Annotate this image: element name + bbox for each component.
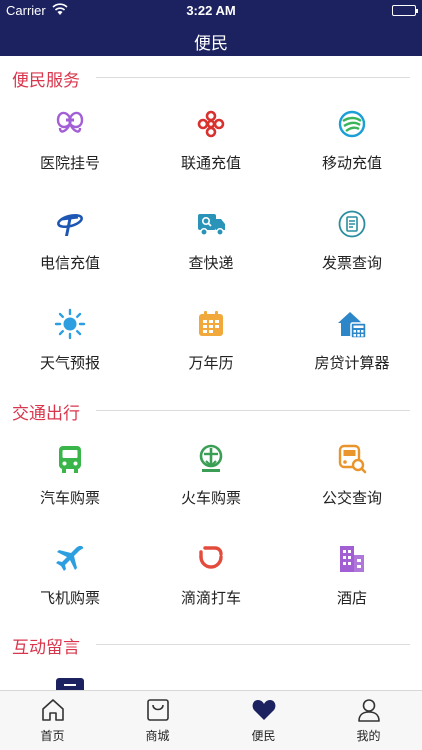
service-mobile-recharge[interactable]: 移动充值: [282, 108, 422, 208]
page-title: 便民: [194, 34, 228, 54]
service-label: 房贷计算器: [314, 354, 390, 372]
battery-icon: [392, 5, 418, 16]
service-didi-taxi[interactable]: 滴滴打车: [141, 543, 281, 643]
bus-icon: [54, 443, 86, 475]
status-time: 3:22 AM: [186, 3, 236, 18]
tab-label: 商城: [145, 729, 170, 743]
service-label: 移动充值: [321, 154, 382, 172]
hotel-icon: [336, 543, 368, 575]
service-label: 汽车购票: [39, 489, 100, 507]
telecom-icon: [54, 208, 86, 240]
service-label: 发票查询: [321, 254, 382, 272]
service-label: 电信充值: [39, 254, 100, 272]
tab-bar: 首页 商城 便民 我的: [0, 690, 422, 750]
service-label: 火车购票: [180, 489, 241, 507]
house-calculator-icon: [336, 308, 368, 340]
service-label: 酒店: [336, 589, 367, 607]
didi-icon: [195, 543, 227, 575]
airplane-icon: [54, 543, 86, 575]
navigation-bar: 便民: [0, 22, 422, 56]
tab-convenience[interactable]: 便民: [211, 691, 316, 750]
section-header-convenience: 便民服务: [0, 66, 422, 91]
service-express-query[interactable]: 查快递: [141, 208, 281, 308]
message-icon[interactable]: [56, 678, 84, 690]
section-title-interaction: 互动留言: [12, 633, 84, 658]
section-divider: [96, 410, 410, 411]
service-label: 万年历: [188, 354, 234, 372]
service-hotel[interactable]: 酒店: [282, 543, 422, 643]
service-label: 公交查询: [321, 489, 382, 507]
delivery-truck-icon: [195, 208, 227, 240]
bus-search-icon: [336, 443, 368, 475]
train-icon: [195, 443, 227, 475]
hospital-icon: [54, 108, 86, 140]
service-flight-ticket[interactable]: 飞机购票: [0, 543, 140, 643]
mobile-icon: [336, 108, 368, 140]
calendar-icon: [195, 308, 227, 340]
service-train-ticket[interactable]: 火车购票: [141, 443, 281, 543]
service-telecom-recharge[interactable]: 电信充值: [0, 208, 140, 308]
section-title-transport: 交通出行: [12, 399, 84, 424]
person-icon: [356, 697, 382, 723]
service-bus-query[interactable]: 公交查询: [282, 443, 422, 543]
section-divider: [96, 77, 410, 78]
unicom-icon: [195, 108, 227, 140]
service-perpetual-calendar[interactable]: 万年历: [141, 308, 281, 408]
tab-label: 首页: [40, 729, 65, 743]
section-header-interaction: 互动留言: [0, 633, 422, 658]
sun-icon: [54, 308, 86, 340]
tab-label: 我的: [356, 729, 381, 743]
tab-label: 便民: [251, 729, 276, 743]
tab-home[interactable]: 首页: [0, 691, 105, 750]
service-hospital-registration[interactable]: 医院挂号: [0, 108, 140, 208]
section-divider: [96, 644, 410, 645]
service-invoice-query[interactable]: 发票查询: [282, 208, 422, 308]
home-icon: [40, 697, 66, 723]
section-title-convenience: 便民服务: [12, 66, 84, 91]
service-label: 联通充值: [180, 154, 241, 172]
service-label: 天气预报: [39, 354, 100, 372]
invoice-icon: [336, 208, 368, 240]
section-header-transport: 交通出行: [0, 399, 422, 424]
heart-icon: [251, 697, 277, 723]
service-bus-ticket[interactable]: 汽车购票: [0, 443, 140, 543]
service-label: 飞机购票: [39, 589, 100, 607]
service-weather-forecast[interactable]: 天气预报: [0, 308, 140, 408]
service-mortgage-calculator[interactable]: 房贷计算器: [282, 308, 422, 408]
tab-mine[interactable]: 我的: [316, 691, 421, 750]
status-bar: Carrier 3:22 AM: [0, 0, 422, 22]
service-label: 查快递: [188, 254, 234, 272]
service-label: 滴滴打车: [180, 589, 241, 607]
service-label: 医院挂号: [39, 154, 100, 172]
service-unicom-recharge[interactable]: 联通充值: [141, 108, 281, 208]
shopping-bag-icon: [145, 697, 171, 723]
tab-mall[interactable]: 商城: [105, 691, 210, 750]
